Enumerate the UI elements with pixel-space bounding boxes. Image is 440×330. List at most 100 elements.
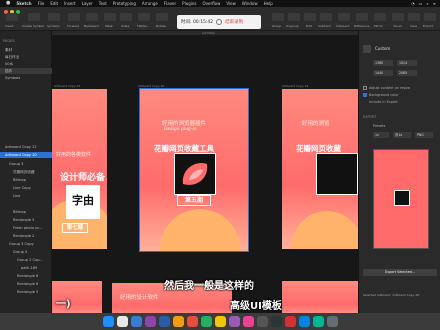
artboard-21[interactable]: 好用的各类软件 设计师必备 字由 第七期 (52, 89, 107, 249)
menu-view[interactable]: View (226, 0, 236, 7)
layer-row[interactable]: path-189 (0, 265, 52, 271)
layer-row[interactable]: Line (0, 193, 52, 199)
cloud-button[interactable] (392, 13, 404, 21)
y-field[interactable]: 2085 (397, 70, 417, 76)
page-item[interactable]: 00水 (0, 61, 52, 67)
export-prefix-field[interactable]: @1x (393, 132, 411, 138)
artboard-bottom-right[interactable] (282, 281, 358, 313)
music-icon[interactable] (186, 316, 198, 327)
backward-button[interactable] (86, 13, 98, 21)
layer-row[interactable]: Rectangle 6 (0, 273, 52, 279)
netease-icon[interactable] (284, 316, 296, 327)
sketch-icon[interactable] (214, 316, 226, 327)
view-button[interactable] (408, 13, 420, 21)
end-recording-button[interactable]: 结束录制 (225, 19, 243, 25)
wifi-icon[interactable]: ◔ (411, 0, 415, 7)
menu-overflow[interactable]: Overflow (203, 0, 221, 7)
subtract-button[interactable] (320, 13, 332, 21)
layer-row[interactable]: Rectangle 6 (0, 281, 52, 287)
launchpad-icon[interactable] (116, 316, 128, 327)
layer-row[interactable]: Rectangle 3 (0, 217, 52, 223)
custom-label[interactable]: Custom (375, 46, 390, 51)
layer-row[interactable]: Bitmap (0, 177, 52, 183)
menu-arrange[interactable]: Arrange (142, 0, 158, 7)
ae-icon[interactable] (144, 316, 156, 327)
settings-icon[interactable] (256, 316, 268, 327)
layer-row[interactable]: Artboard Copy 22 (0, 144, 52, 150)
menu-prototyping[interactable]: Prototyping (113, 0, 136, 7)
layer-row[interactable]: Line Copy (0, 185, 52, 191)
battery-icon[interactable]: ▭ (419, 0, 423, 7)
page-item[interactable]: 素材 (0, 47, 52, 53)
page-item[interactable]: Symbols (0, 75, 52, 81)
search-icon[interactable]: ⌕ (426, 0, 428, 7)
artboard-preset-icon[interactable] (363, 45, 371, 53)
layer-row[interactable]: Bitmap (0, 209, 52, 215)
difference-button[interactable] (356, 13, 368, 21)
layer-row[interactable]: Group 2 Cop... (0, 257, 52, 263)
design-canvas[interactable]: a/1700px Artboard Copy 21 好用的各类软件 设计师必备 … (52, 31, 358, 313)
layer-row[interactable]: Group 3 Copy (0, 241, 52, 247)
layer-row[interactable]: Rectangle 2 (0, 233, 52, 239)
apple-icon[interactable]: ● (6, 0, 10, 7)
export-format-select[interactable]: PNG (415, 132, 433, 138)
pr-icon[interactable] (228, 316, 240, 327)
mirror-button[interactable] (374, 13, 386, 21)
menu-edit[interactable]: Edit (50, 0, 58, 7)
presets-label[interactable]: Presets (373, 124, 385, 128)
layer-row-selected[interactable]: Artboard Copy 20 (0, 152, 52, 158)
symbols-button[interactable] (48, 13, 60, 21)
xd-icon[interactable] (242, 316, 254, 327)
ungroup-button[interactable] (288, 13, 300, 21)
artboard-label[interactable]: Artboard Copy 20 (138, 84, 164, 88)
terminal-icon[interactable] (270, 316, 282, 327)
artboard-19[interactable]: 好用的浏览 花瓣网页收藏 (282, 89, 358, 249)
background-checkbox[interactable] (363, 93, 367, 97)
layer-row[interactable]: Fresh photo pr... (0, 225, 52, 231)
export-toolbar-button[interactable] (424, 13, 436, 21)
export-size-field[interactable]: 1x (373, 132, 389, 138)
height-field[interactable]: 1024 (397, 60, 417, 66)
ai-icon[interactable] (172, 316, 184, 327)
menu-list-icon[interactable]: ≡ (433, 0, 436, 7)
ps-icon[interactable] (158, 316, 170, 327)
page-item-selected[interactable]: 插件 (0, 68, 52, 74)
create-symbol-button[interactable] (28, 13, 40, 21)
flatten-button[interactable] (138, 13, 150, 21)
menu-help[interactable]: Help (264, 0, 273, 7)
x-field[interactable]: 1440 (373, 70, 393, 76)
menu-file[interactable]: File (38, 0, 45, 7)
trash-icon[interactable] (326, 316, 338, 327)
qq-icon[interactable] (298, 316, 310, 327)
edit-button[interactable] (304, 13, 316, 21)
artboard-20[interactable]: 好用的浏览器插件 Design plug-in 花瓣网页收藏工具 第五期 (139, 88, 249, 252)
mask-button[interactable] (104, 13, 116, 21)
wechat-icon[interactable] (200, 316, 212, 327)
menu-layer[interactable]: Layer (82, 0, 93, 7)
artboard-label[interactable]: Artboard Copy 21 (54, 84, 80, 88)
rotate-button[interactable] (156, 13, 168, 21)
menu-insert[interactable]: Insert (64, 0, 75, 7)
layer-row[interactable]: Rectangle 5 (0, 289, 52, 295)
export-selected-button[interactable]: Export Selected... (363, 269, 437, 276)
layer-row[interactable]: Group 3 (0, 161, 52, 167)
menu-flaver[interactable]: Flaver (164, 0, 176, 7)
finder-icon[interactable] (102, 316, 114, 327)
safari-icon[interactable] (130, 316, 142, 327)
intersect-button[interactable] (338, 13, 350, 21)
scale-button[interactable] (120, 13, 132, 21)
group-button[interactable] (272, 13, 284, 21)
adjust-checkbox[interactable] (363, 86, 367, 90)
menu-text[interactable]: Text (99, 0, 107, 7)
menu-plugins[interactable]: Plugins (182, 0, 196, 7)
forward-button[interactable] (68, 13, 80, 21)
app-icon[interactable] (312, 316, 324, 327)
page-item[interactable]: 每日作业 (0, 54, 52, 60)
menu-window[interactable]: Window (242, 0, 258, 7)
menu-app[interactable]: Sketch (16, 0, 31, 7)
layer-row[interactable]: 花瓣网页收藏 (0, 169, 52, 175)
layer-row[interactable]: Group 5 (0, 249, 52, 255)
insert-button[interactable] (6, 13, 18, 21)
artboard-label[interactable]: Artboard Copy 19 (282, 84, 308, 88)
width-field[interactable]: 1380 (373, 60, 393, 66)
